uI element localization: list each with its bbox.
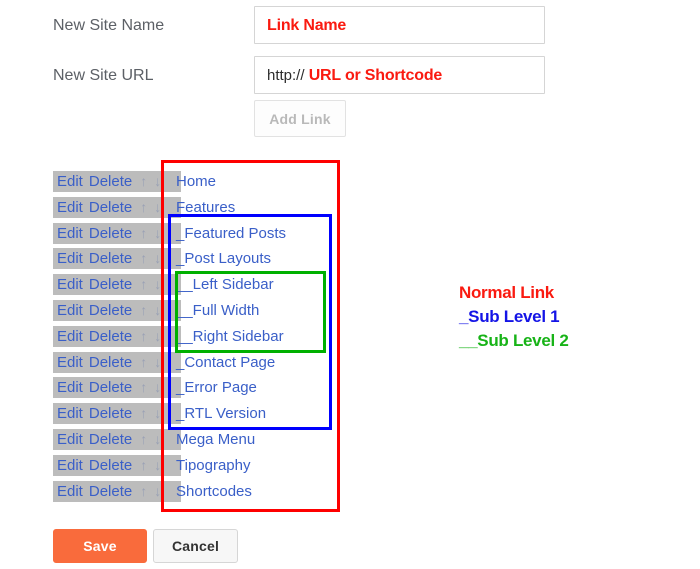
menu-item-label: __Full Width xyxy=(176,302,260,319)
table-row: Edit Delete ↑ ↓ xyxy=(53,171,181,192)
table-row: Edit Delete ↑ ↓ xyxy=(53,455,181,476)
move-down-icon[interactable]: ↓ xyxy=(154,403,161,424)
legend: Normal Link _Sub Level 1 __Sub Level 2 xyxy=(459,281,569,353)
move-down-icon[interactable]: ↓ xyxy=(154,223,161,244)
edit-link[interactable]: Edit xyxy=(57,300,83,321)
menu-item-label: Mega Menu xyxy=(176,431,256,448)
table-row: Edit Delete ↑ ↓ xyxy=(53,300,181,321)
move-down-icon[interactable]: ↓ xyxy=(154,171,161,192)
delete-link[interactable]: Delete xyxy=(89,455,132,476)
delete-link[interactable]: Delete xyxy=(89,197,132,218)
menu-item-label: Tipography xyxy=(176,457,251,474)
delete-link[interactable]: Delete xyxy=(89,171,132,192)
legend-normal-link: Normal Link xyxy=(459,283,554,302)
delete-link[interactable]: Delete xyxy=(89,274,132,295)
move-down-icon[interactable]: ↓ xyxy=(154,377,161,398)
delete-link[interactable]: Delete xyxy=(89,377,132,398)
move-down-icon[interactable]: ↓ xyxy=(154,197,161,218)
edit-link[interactable]: Edit xyxy=(57,248,83,269)
move-down-icon[interactable]: ↓ xyxy=(154,274,161,295)
menu-item-label: Shortcodes xyxy=(176,483,252,500)
move-down-icon[interactable]: ↓ xyxy=(154,481,161,502)
menu-item-label: _RTL Version xyxy=(176,405,267,422)
edit-link[interactable]: Edit xyxy=(57,429,83,450)
delete-link[interactable]: Delete xyxy=(89,248,132,269)
edit-link[interactable]: Edit xyxy=(57,197,83,218)
menu-item-label: _Post Layouts xyxy=(176,250,272,267)
edit-link[interactable]: Edit xyxy=(57,403,83,424)
menu-item-label: _Featured Posts xyxy=(176,225,287,242)
edit-link[interactable]: Edit xyxy=(57,326,83,347)
table-row: Edit Delete ↑ ↓ xyxy=(53,377,181,398)
delete-link[interactable]: Delete xyxy=(89,326,132,347)
delete-link[interactable]: Delete xyxy=(89,223,132,244)
edit-link[interactable]: Edit xyxy=(57,223,83,244)
move-up-icon[interactable]: ↑ xyxy=(140,352,147,373)
save-button[interactable]: Save xyxy=(53,529,147,563)
move-down-icon[interactable]: ↓ xyxy=(154,352,161,373)
delete-link[interactable]: Delete xyxy=(89,429,132,450)
move-up-icon[interactable]: ↑ xyxy=(140,429,147,450)
table-row: Edit Delete ↑ ↓ xyxy=(53,223,181,244)
delete-link[interactable]: Delete xyxy=(89,403,132,424)
menu-item-label: _Contact Page xyxy=(176,354,276,371)
move-up-icon[interactable]: ↑ xyxy=(140,248,147,269)
cancel-button[interactable]: Cancel xyxy=(153,529,238,563)
menu-item-label: _Error Page xyxy=(176,379,257,396)
table-row: Edit Delete ↑ ↓ xyxy=(53,248,181,269)
table-row: Edit Delete ↑ ↓ xyxy=(53,481,181,502)
move-down-icon[interactable]: ↓ xyxy=(154,455,161,476)
delete-link[interactable]: Delete xyxy=(89,352,132,373)
table-row: Edit Delete ↑ ↓ xyxy=(53,197,181,218)
menu-item-label: __Left Sidebar xyxy=(176,276,274,293)
move-up-icon[interactable]: ↑ xyxy=(140,481,147,502)
table-row: Edit Delete ↑ ↓ xyxy=(53,403,181,424)
edit-link[interactable]: Edit xyxy=(57,377,83,398)
move-up-icon[interactable]: ↑ xyxy=(140,197,147,218)
move-down-icon[interactable]: ↓ xyxy=(154,326,161,347)
legend-sub-level-2: __Sub Level 2 xyxy=(459,331,569,350)
edit-link[interactable]: Edit xyxy=(57,171,83,192)
move-up-icon[interactable]: ↑ xyxy=(140,223,147,244)
edit-link[interactable]: Edit xyxy=(57,352,83,373)
menu-item-label: Home xyxy=(176,173,217,190)
menu-item-label: Features xyxy=(176,199,236,216)
edit-link[interactable]: Edit xyxy=(57,455,83,476)
move-up-icon[interactable]: ↑ xyxy=(140,403,147,424)
move-down-icon[interactable]: ↓ xyxy=(154,429,161,450)
table-row: Edit Delete ↑ ↓ xyxy=(53,429,181,450)
move-up-icon[interactable]: ↑ xyxy=(140,274,147,295)
legend-sub-level-1: _Sub Level 1 xyxy=(459,307,560,326)
delete-link[interactable]: Delete xyxy=(89,481,132,502)
move-up-icon[interactable]: ↑ xyxy=(140,326,147,347)
link-list: Edit Delete ↑ ↓ Home Edit Delete ↑ ↓ Features Edit… xyxy=(0,0,700,569)
edit-link[interactable]: Edit xyxy=(57,481,83,502)
table-row: Edit Delete ↑ ↓ xyxy=(53,352,181,373)
move-up-icon[interactable]: ↑ xyxy=(140,300,147,321)
edit-link[interactable]: Edit xyxy=(57,274,83,295)
move-down-icon[interactable]: ↓ xyxy=(154,248,161,269)
move-up-icon[interactable]: ↑ xyxy=(140,377,147,398)
move-up-icon[interactable]: ↑ xyxy=(140,455,147,476)
menu-item-label: __Right Sidebar xyxy=(176,328,284,345)
table-row: Edit Delete ↑ ↓ xyxy=(53,326,181,347)
move-down-icon[interactable]: ↓ xyxy=(154,300,161,321)
table-row: Edit Delete ↑ ↓ xyxy=(53,274,181,295)
move-up-icon[interactable]: ↑ xyxy=(140,171,147,192)
delete-link[interactable]: Delete xyxy=(89,300,132,321)
